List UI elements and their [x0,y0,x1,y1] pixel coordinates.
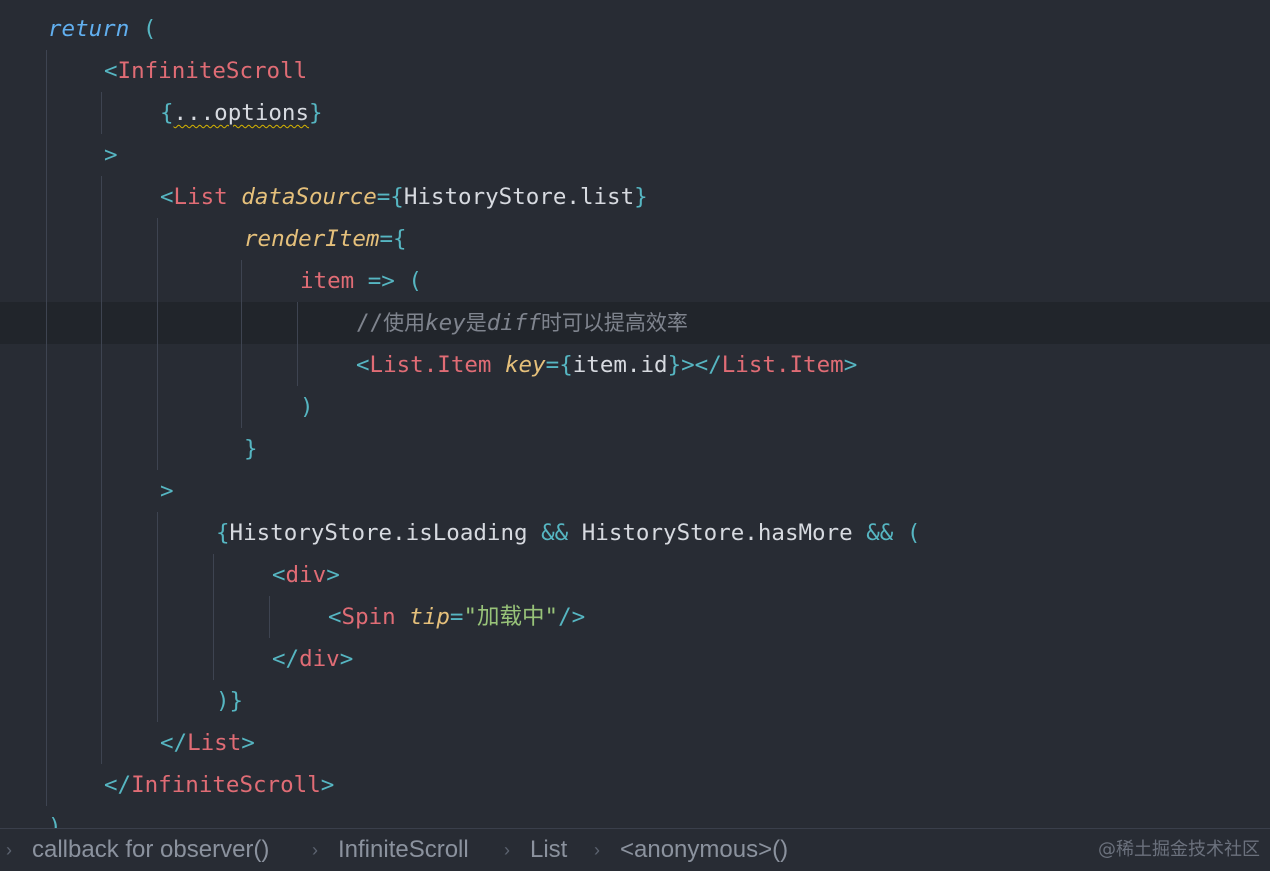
angle-bracket: > [339,646,354,672]
comment-text: 使用 [383,311,426,335]
expression: HistoryStore.hasMore [581,520,853,546]
code-line[interactable]: </InfiniteScroll> [0,764,1270,806]
angle-bracket: > [326,562,340,588]
code-line[interactable]: )} [0,680,1270,722]
code-line[interactable]: {HistoryStore.isLoading && HistoryStore.… [0,512,1270,554]
tag-name: List.Item [369,352,492,378]
attr-equals: ={ [379,226,407,252]
expression: HistoryStore.isLoading [229,520,528,546]
angle-bracket: </ [272,646,300,672]
chevron-right-icon: › [504,840,510,860]
chevron-right-icon: › [312,840,318,860]
attribute-name: key [505,352,546,378]
code-line[interactable]: return ( [0,8,1270,50]
code-line[interactable]: ) [0,386,1270,428]
code-line[interactable]: renderItem={ [0,218,1270,260]
code-line[interactable]: <List.Item key={item.id}></List.Item> [0,344,1270,386]
attribute-value: item.id [572,352,668,378]
string-value: "加载中" [463,604,559,630]
close-paren: ) [300,394,314,420]
code-line[interactable]: </List> [0,722,1270,764]
chevron-right-icon: › [594,840,600,860]
tag-name: InfiniteScroll [117,58,308,84]
attribute-name: dataSource [241,184,377,210]
close-expression: )} [216,688,244,714]
brace: } [634,184,648,210]
code-line[interactable]: {...options} [0,92,1270,134]
code-line[interactable]: > [0,470,1270,512]
angle-bracket: > [320,772,335,798]
code-line[interactable]: item => ( [0,260,1270,302]
tag-name: List [173,184,228,210]
code-line[interactable]: > [0,134,1270,176]
code-line[interactable]: <Spin tip="加载中"/> [0,596,1270,638]
watermark-text: @稀土掘金技术社区 [1098,839,1260,860]
angle-bracket: < [160,184,174,210]
self-closing: /> [558,604,586,630]
brace: } [244,436,258,462]
breadcrumb-item-anonymous[interactable]: <anonymous>() [620,829,788,871]
spread-options: ...options [173,100,310,126]
angle-bracket: > [104,142,118,168]
tag-name: InfiniteScroll [131,772,321,798]
tag-name: div [299,646,340,672]
attr-equals: = [449,604,464,630]
angle-bracket: > [843,352,858,378]
attribute-value: HistoryStore.list [403,184,635,210]
brace: { [160,100,174,126]
arrow-operator: => ( [354,268,422,294]
comment-slashes: // [356,310,384,336]
code-line[interactable]: <div> [0,554,1270,596]
angle-bracket: > [241,730,255,756]
tag-name: div [285,562,327,588]
code-editor[interactable]: return ( <InfiniteScroll {...options} > … [0,0,1270,828]
code-line[interactable]: </div> [0,638,1270,680]
angle-bracket: </ [104,772,132,798]
angle-bracket: </ [160,730,188,756]
breadcrumb-item-list[interactable]: List [530,829,567,871]
code-line[interactable]: <InfiniteScroll [0,50,1270,92]
comment-text: 时可以提高效率 [540,311,688,335]
tag-name: List.Item [721,352,844,378]
breadcrumb: › callback for observer() › InfiniteScro… [0,828,1270,870]
closing-bracket: }></ [667,352,722,378]
comment: //使用key是diff时可以提高效率 [356,310,688,336]
breadcrumb-item-callback[interactable]: callback for observer() [32,829,269,871]
brace: { [216,520,230,546]
code-line[interactable]: } [0,428,1270,470]
angle-bracket: < [104,58,118,84]
angle-bracket: < [356,352,370,378]
attribute-name: tip [409,604,450,630]
angle-bracket: < [272,562,286,588]
tag-name: Spin [341,604,396,630]
logical-and: && ( [852,520,921,546]
comment-text: 是 [465,311,487,335]
comment-text: key [425,310,466,336]
attr-equals: ={ [545,352,573,378]
attribute-name: renderItem [244,226,380,252]
attr-equals: ={ [376,184,404,210]
tag-name: List [187,730,242,756]
code-line[interactable]: <List dataSource={HistoryStore.list} [0,176,1270,218]
breadcrumb-item-infinitescroll[interactable]: InfiniteScroll [338,829,469,871]
chevron-right-icon: › [6,840,12,860]
angle-bracket: < [328,604,342,630]
return-keyword: return [48,16,130,42]
close-paren: ) [48,814,62,828]
param-name: item [300,268,355,294]
code-line[interactable]: ) [0,806,1270,828]
logical-and: && [527,520,582,546]
open-paren: ( [129,16,157,42]
brace: } [309,100,323,126]
comment-text: diff [486,310,541,336]
code-line[interactable]: //使用key是diff时可以提高效率 [0,302,1270,344]
angle-bracket: > [160,478,174,504]
